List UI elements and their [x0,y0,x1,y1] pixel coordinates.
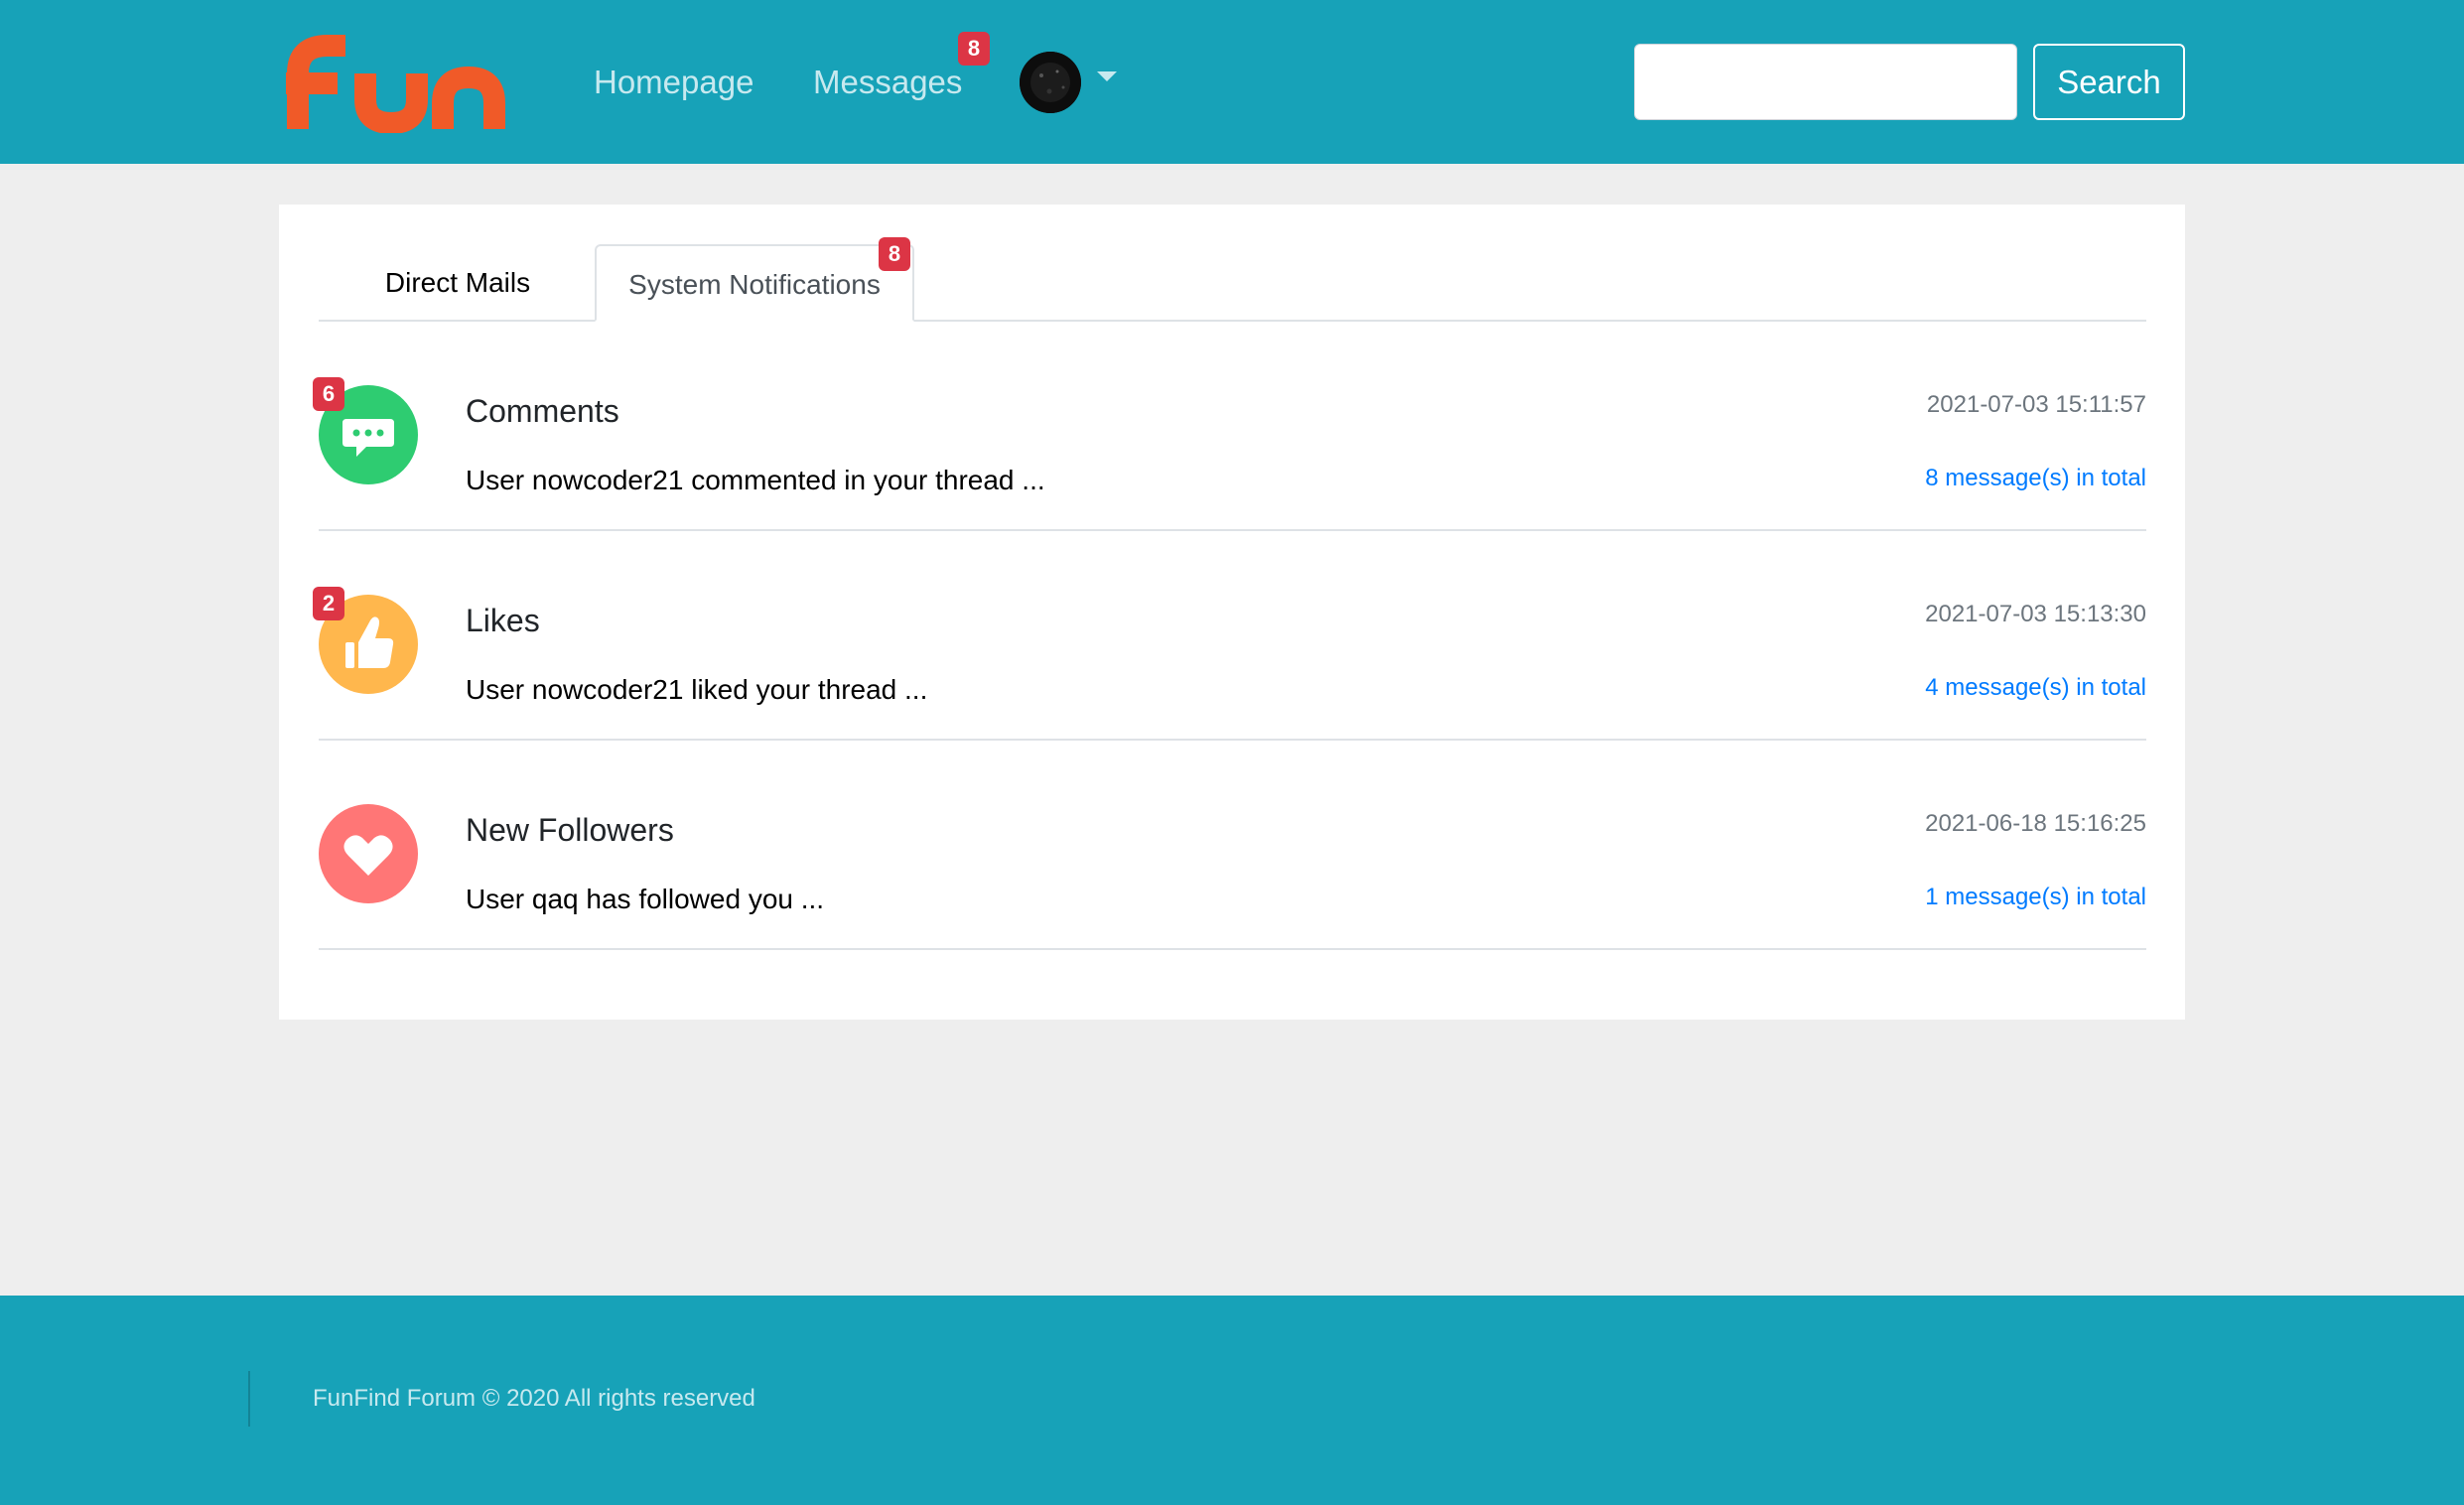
notice-title: Likes [466,603,540,638]
notice-preview: User nowcoder21 commented in your thread… [466,465,1045,495]
avatar-image-icon [1020,52,1081,113]
search-button[interactable]: Search [2033,44,2185,120]
likes-unread-badge: 2 [313,587,344,620]
notice-timestamp: 2021-06-18 15:16:25 [1925,810,2146,837]
notice-item-followers[interactable]: New Followers User qaq has followed you … [319,741,2146,950]
nav-homepage-link[interactable]: Homepage [594,58,753,107]
search-input[interactable] [1634,44,2017,120]
fun-logo-icon [286,35,505,133]
heart-icon [319,804,418,903]
tab-system-notifications[interactable]: System Notifications [595,244,914,322]
footer-copyright: FunFind Forum © 2020 All rights reserved [313,1385,755,1412]
notice-title: New Followers [466,812,674,848]
site-logo[interactable] [284,34,512,133]
notice-total-link[interactable]: 1 message(s) in total [1925,884,2146,911]
notice-preview: User qaq has followed you ... [466,884,825,914]
page-footer: FunFind Forum © 2020 All rights reserved [0,1296,2464,1505]
notice-total-link[interactable]: 4 message(s) in total [1925,674,2146,702]
tab-direct-mails[interactable]: Direct Mails [319,244,597,322]
notice-timestamp: 2021-07-03 15:13:30 [1925,601,2146,627]
system-notifications-badge: 8 [879,237,910,271]
user-avatar[interactable] [1020,52,1081,113]
comments-unread-badge: 6 [313,377,344,411]
notice-item-likes[interactable]: 2 Likes User nowcoder21 liked your threa… [313,531,2146,741]
top-navbar: Homepage Messages 8 Search [0,0,2464,164]
messages-count-badge: 8 [958,32,990,66]
nav-messages-link[interactable]: Messages [813,58,962,107]
footer-divider [248,1371,250,1427]
messages-card: Direct Mails System Notifications 8 6 Co… [279,205,2185,1020]
notice-timestamp: 2021-07-03 15:11:57 [1926,391,2146,418]
user-menu-caret-icon[interactable] [1097,71,1117,81]
notice-title: Comments [466,393,619,429]
notice-total-link[interactable]: 8 message(s) in total [1925,465,2146,492]
notice-item-comments[interactable]: 6 Comments User nowcoder21 commented in … [313,322,2146,531]
notice-preview: User nowcoder21 liked your thread ... [466,674,928,705]
